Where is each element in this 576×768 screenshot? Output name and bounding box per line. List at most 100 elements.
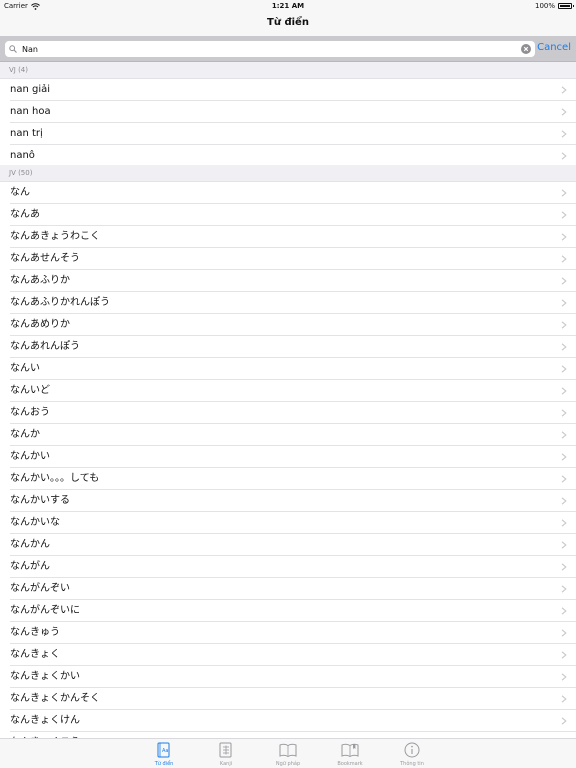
list-item[interactable]: なんい <box>0 358 576 380</box>
tab-nguphap[interactable]: Ngữ pháp <box>258 739 318 768</box>
list-item-label: なんかいする <box>10 495 70 506</box>
list-item[interactable]: なんあせんそう <box>0 248 576 270</box>
info-icon <box>404 742 420 758</box>
list-item-label: なんかい <box>10 451 50 462</box>
chevron-right-icon <box>561 108 567 116</box>
chevron-right-icon <box>561 563 567 571</box>
list-item[interactable]: なんかい <box>0 446 576 468</box>
list-item[interactable]: なんかいする <box>0 490 576 512</box>
svg-text:Aa: Aa <box>162 748 168 754</box>
list-item[interactable]: なんあふりかれんぽう <box>0 292 576 314</box>
tab-kanji[interactable]: Kanji <box>196 739 256 768</box>
chevron-right-icon <box>561 541 567 549</box>
list-item[interactable]: なんがんぞい <box>0 578 576 600</box>
list-item-label: なんきょく <box>10 649 60 660</box>
chevron-right-icon <box>561 585 567 593</box>
chevron-right-icon <box>561 233 567 241</box>
list-item[interactable]: なんかいな <box>0 512 576 534</box>
status-time: 1:21 AM <box>271 2 305 10</box>
list-item-label: なんおう <box>10 407 50 418</box>
list-item[interactable]: なんあ <box>0 204 576 226</box>
result-list-vj: nan giải nan hoa nan trị nanô <box>0 79 576 167</box>
bookmark-book-icon <box>341 742 359 758</box>
list-item[interactable]: なんかい。。。しても <box>0 468 576 490</box>
list-item[interactable]: なんあれんぽう <box>0 336 576 358</box>
list-item[interactable]: nan giải <box>0 79 576 101</box>
chevron-right-icon <box>561 86 567 94</box>
list-item[interactable]: なんきゅう <box>0 622 576 644</box>
tab-thongtin[interactable]: Thông tin <box>382 739 442 768</box>
tab-tudien[interactable]: Aa Từ điển <box>134 739 194 768</box>
list-item-label: なんきょくかんそく <box>10 693 100 704</box>
nav-bar: Từ điển <box>0 12 576 36</box>
list-item[interactable]: なんあふりか <box>0 270 576 292</box>
chevron-right-icon <box>561 277 567 285</box>
tab-bookmark[interactable]: Bookmark <box>320 739 380 768</box>
list-item-label: なんきょくけん <box>10 715 80 726</box>
clear-search-icon[interactable] <box>521 44 531 54</box>
list-item[interactable]: なんかん <box>0 534 576 556</box>
chevron-right-icon <box>561 629 567 637</box>
chevron-right-icon <box>561 695 567 703</box>
chevron-right-icon <box>561 519 567 527</box>
tab-bar: Aa Từ điển Kanji Ngữ pháp Bookmark Thông tin <box>0 738 576 768</box>
list-item-label: なんあ <box>10 209 40 220</box>
battery-percent: 100% <box>534 2 555 10</box>
list-item[interactable]: なんきょくかい <box>0 666 576 688</box>
list-item[interactable]: nanô <box>0 145 576 167</box>
dictionary-icon: Aa <box>157 742 171 758</box>
list-item-label: なん <box>10 187 30 198</box>
list-item-label: なんがんぞいに <box>10 605 80 616</box>
chevron-right-icon <box>561 607 567 615</box>
list-item-label: なんあせんそう <box>10 253 80 264</box>
chevron-right-icon <box>561 365 567 373</box>
list-item[interactable]: なん <box>0 182 576 204</box>
list-item[interactable]: なんか <box>0 424 576 446</box>
chevron-right-icon <box>561 409 567 417</box>
list-item[interactable]: なんおう <box>0 402 576 424</box>
list-item[interactable]: なんがん <box>0 556 576 578</box>
list-item-label: なんがんぞい <box>10 583 70 594</box>
list-item[interactable]: nan hoa <box>0 101 576 123</box>
chevron-right-icon <box>561 431 567 439</box>
kanji-icon <box>219 742 233 758</box>
search-input[interactable] <box>22 42 512 56</box>
chevron-right-icon <box>561 475 567 483</box>
chevron-right-icon <box>561 130 567 138</box>
list-item[interactable]: nan trị <box>0 123 576 145</box>
list-item[interactable]: なんあめりか <box>0 314 576 336</box>
chevron-right-icon <box>561 343 567 351</box>
list-item[interactable]: なんあきょうわこく <box>0 226 576 248</box>
chevron-right-icon <box>561 651 567 659</box>
tab-label: Bookmark <box>337 761 363 767</box>
chevron-right-icon <box>561 189 567 197</box>
list-item-label: なんかいな <box>10 517 60 528</box>
list-item-label: nan trị <box>10 128 43 139</box>
section-header-vj: VJ (4) <box>0 62 576 79</box>
list-item-label: nan giải <box>10 84 51 95</box>
list-item-label: なんあれんぽう <box>10 341 80 352</box>
tab-label: Kanji <box>219 761 233 767</box>
tab-label: Ngữ pháp <box>275 761 301 767</box>
list-item[interactable]: なんきょくかんそく <box>0 688 576 710</box>
list-item-label: なんい <box>10 363 40 374</box>
chevron-right-icon <box>561 717 567 725</box>
chevron-right-icon <box>561 497 567 505</box>
search-bar: Cancel <box>0 36 576 62</box>
list-item[interactable]: なんきょく <box>0 644 576 666</box>
list-item-label: なんあふりかれんぽう <box>10 297 110 308</box>
list-item[interactable]: なんがんぞいに <box>0 600 576 622</box>
chevron-right-icon <box>561 299 567 307</box>
tab-label: Từ điển <box>154 761 174 767</box>
chevron-right-icon <box>561 453 567 461</box>
list-item-label: なんあふりか <box>10 275 70 286</box>
list-item-label: なんあめりか <box>10 319 70 330</box>
list-item[interactable]: なんきょくけん <box>0 710 576 732</box>
section-header-jv: JV (50) <box>0 165 576 182</box>
list-item-label: nanô <box>10 150 35 161</box>
list-item-label: なんきゅう <box>10 627 60 638</box>
status-bar: Carrier 1:21 AM 100% <box>0 0 576 12</box>
search-field[interactable] <box>5 41 535 57</box>
list-item[interactable]: なんいど <box>0 380 576 402</box>
cancel-button[interactable]: Cancel <box>537 42 571 53</box>
